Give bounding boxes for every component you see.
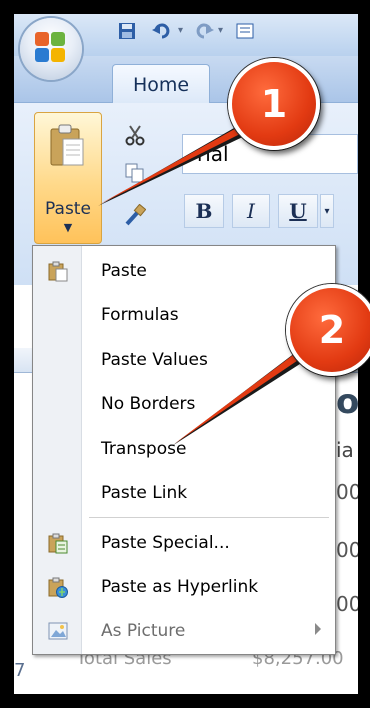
menu-separator xyxy=(89,517,329,518)
menu-item-paste[interactable]: Paste xyxy=(33,250,335,294)
paste-button[interactable]: Paste ▼ xyxy=(34,112,102,244)
format-painter-icon[interactable] xyxy=(124,203,147,226)
undo-icon[interactable] xyxy=(152,22,170,40)
menu-item-as-picture[interactable]: As Picture xyxy=(33,610,335,654)
menu-item-label: Paste Values xyxy=(101,350,208,370)
redo-icon[interactable] xyxy=(194,22,214,40)
save-icon[interactable] xyxy=(118,22,136,40)
chevron-down-icon: ▼ xyxy=(63,221,73,234)
paste-hyperlink-icon xyxy=(48,577,68,598)
callout-badge-2: 2 xyxy=(286,284,370,376)
callout-badge-1: 1 xyxy=(228,58,320,150)
underline-button[interactable]: U xyxy=(278,194,318,228)
paste-dropdown-menu: Paste Formulas Paste Values No Borders T… xyxy=(32,245,336,655)
clipboard-icon xyxy=(50,124,84,166)
menu-item-label: Paste xyxy=(101,261,147,281)
sheet-subheader-fragment: ia xyxy=(336,438,354,462)
excel-window: ▾ ▾ Home Paste ▼ rial B I U ▾ on ia 00 xyxy=(0,0,370,708)
frame-border-left xyxy=(0,0,14,708)
menu-item-label: Paste as Hyperlink xyxy=(101,577,259,597)
copy-icon[interactable] xyxy=(124,162,146,184)
menu-item-label: Paste Special... xyxy=(101,533,230,553)
menu-item-label: As Picture xyxy=(101,621,186,641)
menu-item-label: Paste Link xyxy=(101,483,188,503)
paste-special-icon xyxy=(48,533,68,554)
picture-icon xyxy=(48,622,68,640)
form-icon[interactable] xyxy=(236,22,254,40)
menu-item-label: Formulas xyxy=(101,305,179,325)
menu-item-paste-as-hyperlink[interactable]: Paste as Hyperlink xyxy=(33,566,335,610)
paste-button-label: Paste xyxy=(45,199,91,219)
bold-button[interactable]: B xyxy=(184,194,224,228)
menu-item-label: Transpose xyxy=(101,439,187,459)
menu-item-transpose[interactable]: Transpose xyxy=(33,428,335,472)
underline-dropdown-icon[interactable]: ▾ xyxy=(320,194,334,228)
menu-item-no-borders[interactable]: No Borders xyxy=(33,383,335,427)
menu-item-label: No Borders xyxy=(101,394,196,414)
menu-item-paste-special[interactable]: Paste Special... xyxy=(33,522,335,566)
row-number: 7 xyxy=(14,660,26,681)
paste-icon xyxy=(48,261,68,282)
frame-border-bottom xyxy=(0,694,370,708)
office-button[interactable] xyxy=(20,18,82,80)
cut-icon[interactable] xyxy=(124,124,146,146)
redo-dropdown-icon[interactable]: ▾ xyxy=(218,22,236,40)
office-logo-icon xyxy=(35,32,67,64)
tab-home[interactable]: Home xyxy=(112,64,210,105)
italic-button[interactable]: I xyxy=(232,194,270,228)
menu-item-paste-link[interactable]: Paste Link xyxy=(33,472,335,516)
submenu-arrow-icon xyxy=(315,623,321,635)
font-name-value: rial xyxy=(197,142,229,166)
frame-border-top xyxy=(0,0,370,14)
